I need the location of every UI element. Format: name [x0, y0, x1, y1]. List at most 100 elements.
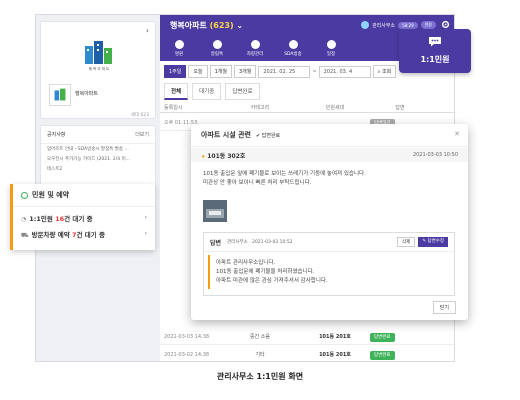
session-timer: 58:29 [398, 21, 418, 29]
nav-label: 명원 [174, 52, 184, 57]
calendar-icon [326, 40, 336, 49]
date-separator: ~ [312, 68, 317, 75]
notice-item[interactable]: 테스트2 [41, 164, 155, 174]
answer-section: 답변 관리사무소 · 2021-03-03 10:52 삭제 ✎ 답변수정 아파… [203, 232, 455, 296]
complaint-badge-label: 1:1민원 [420, 55, 450, 64]
avatar [361, 21, 370, 29]
chevron-right-icon [144, 229, 147, 240]
edit-answer-label: 답변수정 [427, 239, 444, 244]
complaint-text: 101동 출입문 앞에 폐기물로 보이는 쓰레기가 기둥에 놓여져 있습니다. [203, 171, 366, 177]
chat-bubble-icon [429, 37, 441, 47]
complaint-feature-badge[interactable]: 1:1민원 [399, 29, 471, 73]
modal-info-bar: 101동 302호 2021-03-03 10:50 [191, 148, 468, 162]
apartment-card: 행 복 아 파 트 행복아파트 세대 623 [40, 21, 156, 119]
status-badge: 답변완료 [370, 332, 395, 342]
row-date: 2021-03-03 14:38 [164, 333, 210, 340]
filter-3month-button[interactable]: 3개월 [233, 65, 257, 78]
logo-text: 행 복 아 파 트 [89, 66, 110, 71]
nav-vehicle[interactable]: 차량관리 [236, 37, 274, 61]
nav-label: 일정 [326, 52, 336, 57]
table-row[interactable]: 2021-03-03 14:38 중간 소음 101동 201호 답변완료 [160, 329, 454, 345]
user-info[interactable]: 관리사무소 58:29 연장 [361, 21, 436, 29]
filter-1month-button[interactable]: 1개월 [209, 65, 232, 78]
apartment-logo-icon: 행 복 아 파 트 [85, 41, 112, 71]
nav-complaint[interactable]: 명원 [160, 37, 198, 61]
answer-text: 101동 출입문에 폐기물을 처리하였습니다. [216, 268, 315, 275]
nav-label: 알림톡 [210, 52, 224, 57]
status-badge: 답변완료 [370, 350, 395, 360]
nav-broadcast[interactable]: SDA방송 [274, 37, 312, 61]
notice-item[interactable]: 오우전시 추가기능 가이드 (2021. 2/4 미... [41, 154, 155, 164]
delete-button[interactable]: 삭제 [396, 237, 416, 247]
answered-check: ✔ 답변완료 [256, 132, 280, 139]
answer-label: 답변 [210, 239, 222, 247]
tab-all[interactable]: 전체 [164, 83, 189, 100]
close-icon[interactable]: ✕ [454, 130, 460, 138]
close-button[interactable]: 닫기 [432, 301, 456, 314]
answered-label: 답변완료 [261, 132, 281, 139]
chevron-right-icon[interactable] [146, 26, 149, 35]
col-category: 카테고리 [250, 105, 270, 111]
filter-bar: 1주일 오늘 1개월 3개월 2021. 02. 25 ~ 2021. 03. … [164, 65, 397, 78]
gear-icon[interactable] [441, 20, 450, 29]
search-label: 조회 [381, 69, 392, 75]
notice-more-link[interactable]: 더보기 [135, 131, 149, 138]
row-unit: 101동 201호 [319, 334, 351, 340]
modal-title: 아파트 시설 관련 [201, 131, 251, 139]
row-count: 16 [55, 215, 65, 223]
filter-1week-button[interactable]: 1주일 [164, 65, 187, 78]
app-title-count: (623) [209, 21, 234, 30]
row-unit: 101동 201호 [319, 352, 351, 358]
complaint-datetime: 2021-03-03 10:50 [412, 152, 458, 158]
attached-photo[interactable] [203, 200, 227, 222]
row-category: 중간 소음 [250, 334, 270, 340]
complaint-waiting-row[interactable]: ◔ 1:1민원 16건 대기 중 [13, 207, 155, 223]
complaint-reservation-popup: 민원 및 예약 ◔1:1민원 16건 대기 중 ⛟방문차량 예약 7건 대기 중 [10, 184, 155, 250]
car-icon: ⛟ [21, 232, 29, 239]
answer-text: 아파트 관리사무소입니다. [216, 260, 276, 266]
nav-alimtalk[interactable]: 알림톡 [198, 37, 236, 61]
tab-waiting[interactable]: 대기중 [192, 83, 222, 100]
apartment-thumbnail [49, 84, 71, 106]
col-answer: 답변 [395, 105, 405, 111]
table-header: 등록일시 카테고리 민원세대 답변 [160, 101, 454, 113]
nav-schedule[interactable]: 일정 [312, 37, 350, 61]
tab-answered[interactable]: 답변완료 [225, 83, 260, 100]
complaint-icon [174, 40, 184, 49]
answer-body: 아파트 관리사무소입니다. 101동 출입문에 폐기물을 처리하였습니다. 아파… [208, 255, 450, 290]
status-tabs: 전체 대기중 답변완료 [164, 83, 260, 100]
nav-label: 차량관리 [246, 52, 264, 57]
date-from-field[interactable]: 2021. 02. 25 [258, 65, 311, 78]
filter-today-button[interactable]: 오늘 [188, 65, 208, 78]
notice-item[interactable]: 업어즈트 안내 - SDA방송시 말침특 발송 ... [41, 144, 155, 154]
complaint-detail-modal: 아파트 시설 관련 ✔ 답변완료 ✕ 101동 302호 2021-03-03 … [191, 124, 468, 320]
row-label: 1:1민원 [29, 215, 56, 223]
row-date: 2021-03-02 14:38 [164, 351, 210, 358]
car-icon [250, 40, 260, 49]
row-category: 기타 [255, 352, 265, 358]
notice-title: 공지사항 [47, 132, 66, 138]
apartment-count: 세대 623 [130, 113, 149, 118]
answer-meta: 관리사무소 · 2021-03-03 10:52 [227, 240, 293, 245]
complaint-text: 미관상 안 좋아 보이니 빠른 처리 부탁드립니다. [203, 179, 312, 186]
page-caption: 관리사무소 1:1민원 화면 [216, 372, 304, 381]
chevron-right-icon [144, 213, 147, 223]
user-name: 관리사무소 [372, 22, 396, 29]
edit-answer-button[interactable]: ✎ 답변수정 [418, 237, 448, 247]
app-title[interactable]: 행복아파트 (623) ⌄ [170, 20, 243, 31]
row-suffix: 건 대기 중 [64, 215, 93, 223]
search-button[interactable]: ⌕ 조회 [372, 65, 397, 78]
date-to-field[interactable]: 2021. 03. 4 [318, 65, 371, 78]
row-suffix: 건 대기 중 [76, 231, 105, 239]
chat-icon: ◔ [21, 216, 27, 223]
status-circle-icon [21, 191, 28, 199]
row-label: 방문차량 예약 [31, 231, 72, 239]
table-row[interactable]: 2021-03-02 14:38 기타 101동 201호 답변완료 [160, 347, 454, 361]
vehicle-waiting-row[interactable]: ⛟ 방문차량 예약 7건 대기 중 [13, 223, 155, 240]
nav-label: SDA방송 [284, 52, 302, 57]
complaint-body: 101동 출입문 앞에 폐기물로 보이는 쓰레기가 기둥에 놓여져 있습니다. … [203, 170, 453, 188]
message-icon [212, 40, 222, 49]
unit-label: 101동 302호 [201, 151, 245, 160]
extend-button[interactable]: 연장 [420, 21, 436, 29]
popup-title: 민원 및 예약 [32, 191, 70, 199]
